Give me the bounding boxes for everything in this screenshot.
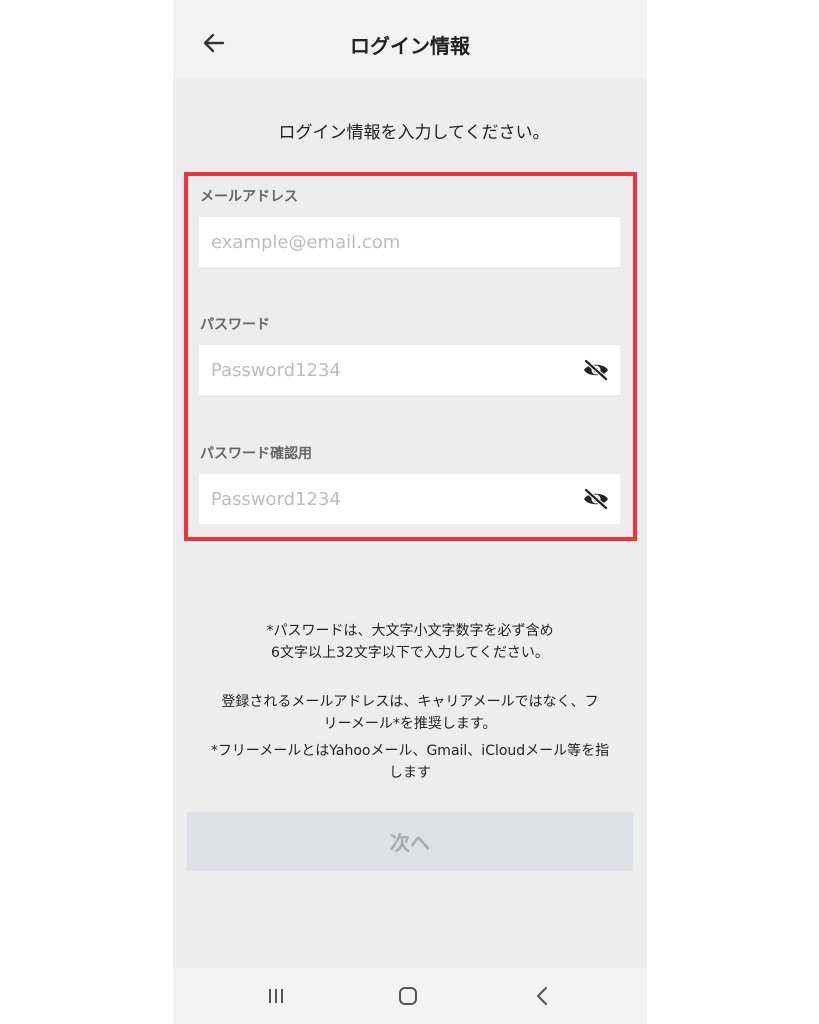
note-line: *フリーメールとはYahooメール、Gmail、iCloudメール等を指 bbox=[210, 743, 610, 759]
eye-slash-icon bbox=[583, 488, 609, 510]
password-rule-note: *パスワードは、大文字小文字数字を必ず含め 6文字以上32文字以下で入力してくだ… bbox=[173, 620, 647, 664]
note-line: 6文字以上32文字以下で入力してください。 bbox=[271, 645, 549, 661]
status-bar bbox=[173, 0, 647, 8]
app-bar: ログイン情報 bbox=[173, 8, 647, 78]
email-recommendation-note: 登録されるメールアドレスは、キャリアメールではなく、フ リーメール*を推奨します… bbox=[173, 691, 647, 735]
password-confirm-field[interactable] bbox=[199, 474, 620, 524]
email-label: メールアドレス bbox=[200, 189, 298, 205]
note-line: *パスワードは、大文字小文字数字を必ず含め bbox=[266, 623, 554, 639]
password-label: パスワード bbox=[200, 317, 270, 333]
system-nav-bar bbox=[173, 968, 647, 1024]
note-line: します bbox=[389, 765, 431, 781]
intro-text: ログイン情報を入力してください。 bbox=[278, 123, 550, 143]
back-button[interactable] bbox=[197, 26, 231, 60]
arrow-left-icon bbox=[203, 33, 225, 53]
next-button[interactable]: 次へ bbox=[187, 812, 633, 871]
app-screen: ログイン情報 ログイン情報を入力してください。 メールアドレス パスワード パス… bbox=[173, 0, 647, 1024]
password-confirm-label: パスワード確認用 bbox=[200, 446, 312, 462]
recents-button[interactable] bbox=[256, 980, 296, 1012]
password-confirm-visibility-toggle[interactable] bbox=[579, 482, 613, 516]
page-title: ログイン情報 bbox=[350, 34, 470, 58]
system-back-button[interactable] bbox=[522, 980, 562, 1012]
back-chevron-icon bbox=[537, 987, 547, 1005]
password-visibility-toggle[interactable] bbox=[579, 353, 613, 387]
free-mail-definition-note: *フリーメールとはYahooメール、Gmail、iCloudメール等を指 します bbox=[173, 740, 647, 784]
home-button[interactable] bbox=[388, 980, 428, 1012]
home-icon bbox=[399, 987, 417, 1005]
password-field[interactable] bbox=[199, 345, 620, 395]
email-field[interactable] bbox=[199, 217, 620, 267]
eye-slash-icon bbox=[583, 359, 609, 381]
recent-apps-icon bbox=[269, 989, 283, 1003]
note-line: 登録されるメールアドレスは、キャリアメールではなく、フ bbox=[221, 694, 599, 710]
note-line: リーメール*を推奨します。 bbox=[323, 716, 497, 732]
